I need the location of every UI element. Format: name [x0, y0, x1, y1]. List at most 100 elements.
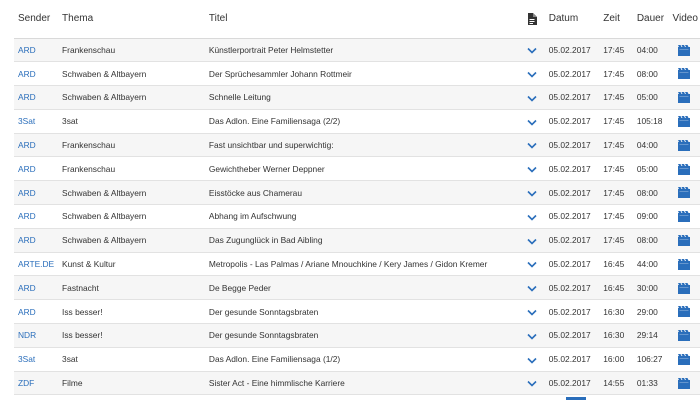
sender-link[interactable]: ARD	[14, 300, 58, 324]
thema-cell: Schwaben & Altbayern	[62, 235, 147, 246]
titel-cell: Das Adlon. Eine Familiensaga (2/2)	[208, 116, 341, 127]
titel-cell: Eisstöcke aus Chamerau	[208, 187, 302, 198]
film-icon[interactable]	[678, 187, 691, 199]
film-icon[interactable]	[678, 377, 691, 389]
titel-cell: Der gesunde Sonntagsbraten	[208, 306, 319, 317]
chevron-down-icon[interactable]	[527, 333, 537, 340]
column-header-thema[interactable]: Thema	[58, 0, 205, 39]
dauer-cell: 08:00	[636, 187, 658, 198]
datum-cell: 05.02.2017	[548, 68, 591, 79]
thema-cell: Iss besser!	[62, 306, 103, 317]
sender-link[interactable]: ARD	[14, 181, 58, 205]
column-header-document	[519, 0, 545, 39]
results-table: Sender Thema Titel Datum Zeit Dauer Vide…	[14, 0, 700, 395]
dauer-cell: 08:00	[636, 235, 658, 246]
datum-cell: 05.02.2017	[548, 259, 591, 270]
sender-link[interactable]: NDR	[14, 324, 58, 348]
sender-link[interactable]: 3Sat	[14, 347, 58, 371]
sender-link[interactable]: ARD	[14, 157, 58, 181]
titel-cell: Das Adlon. Eine Familiensaga (1/2)	[208, 354, 341, 365]
film-icon[interactable]	[678, 163, 691, 175]
sender-link[interactable]: ARD	[14, 205, 58, 229]
chevron-down-icon[interactable]	[527, 190, 537, 197]
sender-link[interactable]: ZDF	[14, 371, 58, 395]
zeit-cell: 17:45	[603, 163, 625, 174]
thema-cell: 3sat	[62, 354, 78, 365]
film-icon[interactable]	[678, 92, 691, 104]
chevron-down-icon[interactable]	[527, 166, 537, 173]
film-icon[interactable]	[678, 282, 691, 294]
zeit-cell: 16:30	[603, 330, 625, 341]
thema-cell: Schwaben & Altbayern	[62, 211, 147, 222]
column-header-titel[interactable]: Titel	[204, 0, 520, 39]
zeit-cell: 17:45	[603, 92, 625, 103]
film-icon[interactable]	[678, 330, 691, 342]
thema-cell: Schwaben & Altbayern	[62, 92, 147, 103]
column-header-sender[interactable]: Sender	[14, 0, 59, 39]
column-header-datum[interactable]: Datum	[544, 0, 600, 39]
chevron-down-icon[interactable]	[527, 380, 537, 387]
film-icon[interactable]	[678, 211, 691, 223]
sender-link[interactable]: ARD	[14, 38, 58, 62]
column-header-dauer[interactable]: Dauer	[632, 0, 669, 39]
film-icon[interactable]	[678, 353, 691, 365]
datum-cell: 05.02.2017	[548, 187, 591, 198]
chevron-down-icon[interactable]	[527, 119, 537, 126]
zeit-cell: 17:45	[603, 187, 625, 198]
titel-cell: Sister Act - Eine himmlische Karriere	[208, 378, 345, 389]
chevron-down-icon[interactable]	[527, 261, 537, 268]
film-icon[interactable]	[678, 115, 691, 127]
film-icon[interactable]	[678, 234, 691, 246]
zeit-cell: 17:45	[603, 68, 625, 79]
dauer-cell: 30:00	[636, 282, 658, 293]
chevron-down-icon[interactable]	[527, 285, 537, 292]
titel-cell: Abhang im Aufschwung	[208, 211, 297, 222]
document-icon	[528, 12, 538, 25]
chevron-down-icon[interactable]	[527, 95, 537, 102]
sender-link[interactable]: ARD	[14, 133, 58, 157]
datum-cell: 05.02.2017	[548, 92, 591, 103]
titel-cell: Gewichtheber Werner Deppner	[208, 163, 325, 174]
table-body: ARD Frankenschau Künstlerportrait Peter …	[14, 38, 700, 395]
zeit-cell: 16:45	[603, 282, 625, 293]
zeit-cell: 17:45	[603, 140, 625, 151]
table-row: ARD Schwaben & Altbayern Das Zugunglück …	[14, 228, 700, 253]
chevron-down-icon[interactable]	[527, 238, 537, 245]
table-row: ARD Frankenschau Künstlerportrait Peter …	[14, 38, 700, 62]
film-icon[interactable]	[678, 44, 691, 56]
column-header-zeit[interactable]: Zeit	[599, 0, 633, 39]
table-row: ARD Frankenschau Gewichtheber Werner Dep…	[14, 157, 700, 181]
sender-link[interactable]: ARTE.DE	[14, 252, 58, 276]
thema-cell: 3sat	[62, 116, 78, 127]
thema-cell: Frankenschau	[62, 163, 116, 174]
table-row: ARD Frankenschau Fast unsichtbar und sup…	[14, 133, 700, 157]
table-row: NDR Iss besser! Der gesunde Sonntagsbrat…	[14, 323, 700, 348]
zeit-cell: 16:45	[603, 259, 625, 270]
zeit-cell: 17:45	[603, 235, 625, 246]
datum-cell: 05.02.2017	[548, 330, 591, 341]
sender-link[interactable]: 3Sat	[14, 109, 58, 133]
film-icon[interactable]	[678, 306, 691, 318]
film-icon[interactable]	[678, 258, 691, 270]
thema-cell: Filme	[62, 378, 83, 389]
chevron-down-icon[interactable]	[527, 71, 537, 78]
sender-link[interactable]: ARD	[14, 62, 58, 86]
datum-cell: 05.02.2017	[548, 354, 591, 365]
zeit-cell: 16:30	[603, 306, 625, 317]
chevron-down-icon[interactable]	[527, 309, 537, 316]
table-row: 3Sat 3sat Das Adlon. Eine Familiensaga (…	[14, 347, 700, 372]
chevron-down-icon[interactable]	[527, 142, 537, 149]
dauer-cell: 08:00	[636, 68, 658, 79]
chevron-down-icon[interactable]	[527, 357, 537, 364]
thema-cell: Fastnacht	[62, 282, 99, 293]
sender-link[interactable]: ARD	[14, 228, 58, 252]
sender-link[interactable]: ARD	[14, 276, 58, 300]
film-icon[interactable]	[678, 68, 691, 80]
table-row: ARD Fastnacht De Begge Peder 05.02.2017 …	[14, 275, 700, 300]
sender-link[interactable]: ARD	[14, 86, 58, 110]
chevron-down-icon[interactable]	[527, 214, 537, 221]
column-header-video: Video	[668, 0, 700, 39]
zeit-cell: 14:55	[603, 378, 625, 389]
chevron-down-icon[interactable]	[527, 47, 537, 54]
film-icon[interactable]	[678, 139, 691, 151]
